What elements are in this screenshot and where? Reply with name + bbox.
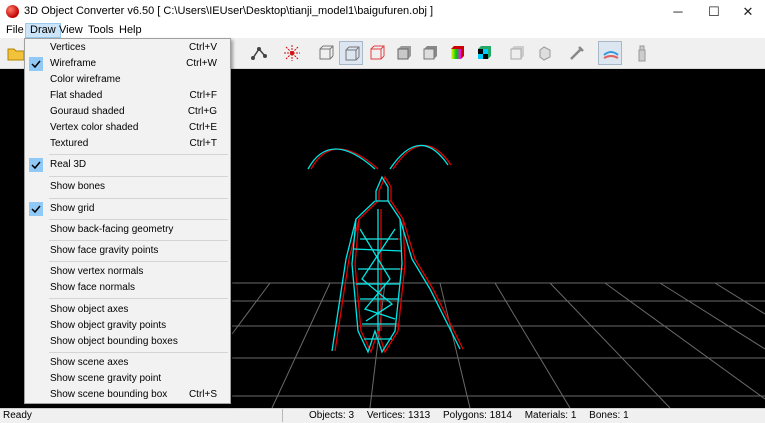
app-icon [6, 5, 19, 18]
menu-separator [49, 154, 228, 155]
menu-separator [49, 198, 228, 199]
menu-separator [49, 219, 228, 220]
bones-icon[interactable] [247, 41, 271, 65]
status-ready: Ready [3, 410, 32, 421]
menu-separator [49, 261, 228, 262]
status-vertices: Vertices: 1313 [366, 410, 431, 421]
menu-item-textured[interactable]: Textured Ctrl+T [25, 136, 230, 152]
tower-icon[interactable] [630, 41, 654, 65]
menu-item-color-wireframe[interactable]: Color wireframe [25, 72, 230, 88]
wire-box-icon[interactable] [314, 41, 338, 65]
grid-icon[interactable] [598, 41, 622, 65]
status-stats: Objects: 3 Vertices: 1313 Polygons: 1814… [282, 409, 639, 422]
menu-item-show-scene-bounding[interactable]: Show scene bounding box Ctrl+S [25, 387, 230, 403]
menu-file[interactable]: File [2, 23, 28, 38]
menu-item-vertex-color-shaded[interactable]: Vertex color shaded Ctrl+E [25, 120, 230, 136]
menu-item-show-scene-axes[interactable]: Show scene axes [25, 355, 230, 371]
menu-separator [49, 352, 228, 353]
check-icon [29, 158, 43, 172]
check-icon [29, 57, 43, 71]
menu-item-show-bones[interactable]: Show bones [25, 179, 230, 195]
menu-view[interactable]: View [55, 23, 87, 38]
menu-separator [49, 240, 228, 241]
tool-icon[interactable] [565, 41, 589, 65]
close-button[interactable]: ✕ [731, 0, 765, 23]
status-bones: Bones: 1 [589, 410, 629, 421]
menu-item-show-object-bounding[interactable]: Show object bounding boxes [25, 334, 230, 350]
light-cube-icon[interactable] [505, 41, 529, 65]
gray-cube-icon[interactable] [392, 41, 416, 65]
menu-item-show-vertex-normals[interactable]: Show vertex normals [25, 264, 230, 280]
window-title: 3D Object Converter v6.50 [ C:\Users\IEU… [24, 5, 434, 17]
status-objects: Objects: 3 [309, 410, 355, 421]
status-bar: Ready Objects: 3 Vertices: 1313 Polygons… [0, 408, 765, 423]
axes-icon[interactable] [280, 41, 304, 65]
minimize-button[interactable]: ─ [661, 0, 695, 23]
menu-tools[interactable]: Tools [84, 23, 118, 38]
menu-separator [49, 298, 228, 299]
menu-item-wireframe[interactable]: Wireframe Ctrl+W [25, 56, 230, 72]
menu-separator [49, 176, 228, 177]
menu-item-show-object-axes[interactable]: Show object axes [25, 302, 230, 318]
menu-item-show-scene-gravity[interactable]: Show scene gravity point [25, 371, 230, 387]
menu-bar: File Draw View Tools Help [0, 23, 765, 38]
menu-item-vertices[interactable]: Vertices Ctrl+V [25, 40, 230, 56]
status-polygons: Polygons: 1814 [442, 410, 512, 421]
menu-item-show-face-normals[interactable]: Show face normals [25, 280, 230, 296]
shaded-cube-icon[interactable] [418, 41, 442, 65]
wireframe-model [307, 144, 464, 354]
menu-item-show-back-facing[interactable]: Show back-facing geometry [25, 222, 230, 238]
status-materials: Materials: 1 [524, 410, 577, 421]
menu-item-show-grid[interactable]: Show grid [25, 201, 230, 217]
menu-item-flat-shaded[interactable]: Flat shaded Ctrl+F [25, 88, 230, 104]
menu-item-show-face-gravity[interactable]: Show face gravity points [25, 243, 230, 259]
menu-item-gouraud-shaded[interactable]: Gouraud shaded Ctrl+G [25, 104, 230, 120]
maximize-button[interactable]: ☐ [697, 0, 731, 23]
floor-grid [231, 282, 765, 408]
check-icon [29, 202, 43, 216]
menu-item-real-3d[interactable]: Real 3D [25, 157, 230, 173]
cube-faces-icon[interactable] [532, 41, 556, 65]
wire-box-active-icon[interactable] [339, 41, 363, 65]
title-bar: 3D Object Converter v6.50 [ C:\Users\IEU… [0, 0, 765, 23]
menu-help[interactable]: Help [115, 23, 146, 38]
red-wire-box-icon[interactable] [365, 41, 389, 65]
textured-cube-icon[interactable] [472, 41, 496, 65]
menu-item-show-object-gravity[interactable]: Show object gravity points [25, 318, 230, 334]
draw-menu-dropdown: Vertices Ctrl+V Wireframe Ctrl+W Color wir… [24, 38, 231, 404]
color-cube-icon[interactable] [445, 41, 469, 65]
